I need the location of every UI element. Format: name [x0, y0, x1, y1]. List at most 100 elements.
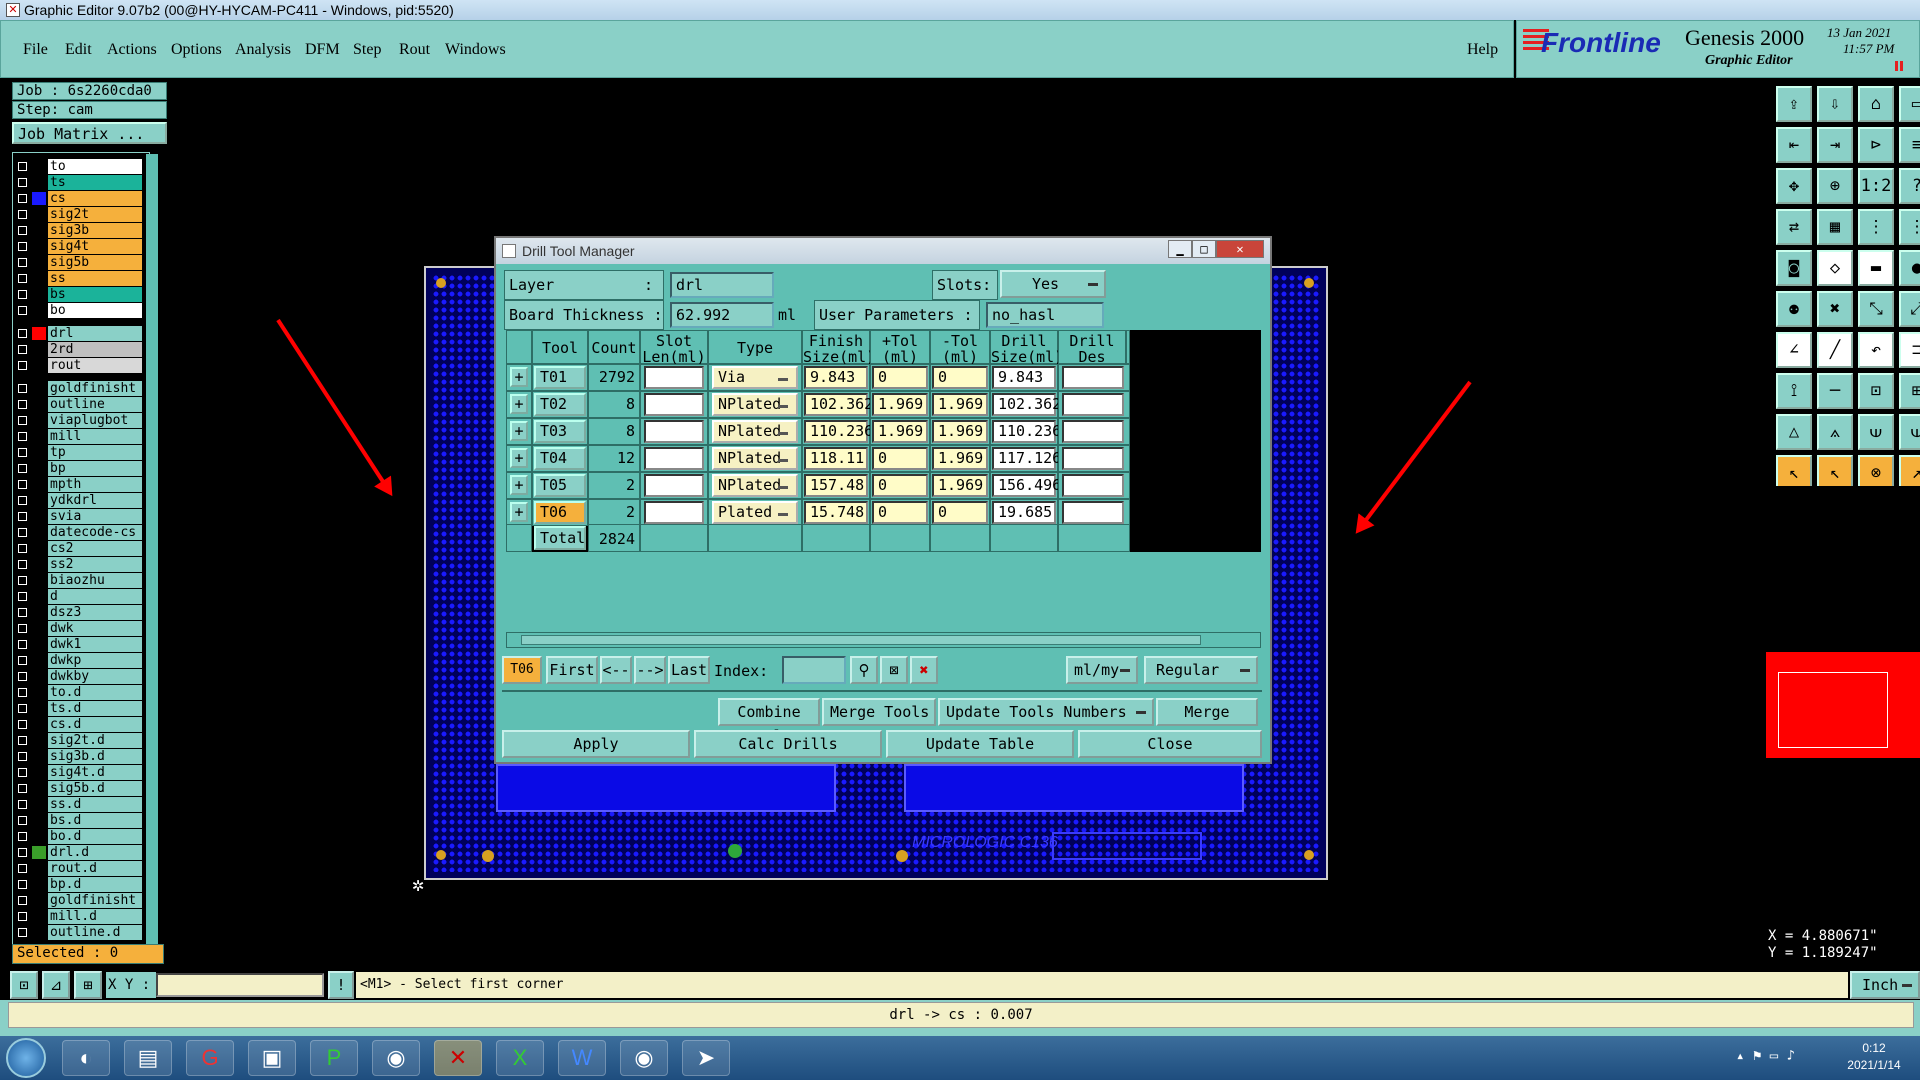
- layer-name[interactable]: sig3b: [48, 223, 142, 238]
- overview-viewport[interactable]: [1778, 672, 1888, 748]
- layer-row[interactable]: sig4t: [14, 239, 142, 254]
- layer-name[interactable]: svia: [48, 509, 142, 524]
- layer-row[interactable]: outline: [14, 397, 142, 412]
- plus-tol-input[interactable]: 0: [872, 501, 928, 524]
- layer-checkbox[interactable]: [18, 448, 27, 457]
- layer-row[interactable]: rout: [14, 358, 142, 373]
- layer-name[interactable]: ss.d: [48, 797, 142, 812]
- xy-input[interactable]: [156, 973, 324, 997]
- layer-row[interactable]: 2rd: [14, 342, 142, 357]
- merge-button[interactable]: Merge: [1156, 698, 1258, 726]
- layer-row[interactable]: ts.d: [14, 701, 142, 716]
- home-icon[interactable]: ⌂: [1858, 86, 1894, 122]
- overview-window[interactable]: [1766, 652, 1920, 758]
- slot-len-input[interactable]: [644, 366, 704, 389]
- drill-size-input[interactable]: 117.126: [992, 447, 1061, 470]
- layer-checkbox[interactable]: [18, 162, 27, 171]
- menu-actions[interactable]: Actions: [107, 41, 157, 59]
- menu-file[interactable]: File: [23, 41, 48, 59]
- row-expand-icon[interactable]: +: [510, 502, 528, 522]
- row-expand-icon[interactable]: +: [510, 475, 528, 495]
- apply-button[interactable]: Apply: [502, 730, 690, 758]
- next-button[interactable]: -->: [634, 656, 666, 684]
- layer-checkbox[interactable]: [18, 544, 27, 553]
- layer-row[interactable]: datecode-cs: [14, 525, 142, 540]
- plus-tol-input[interactable]: 0: [872, 474, 928, 497]
- layer-row[interactable]: mill: [14, 429, 142, 444]
- layer-row[interactable]: sig3b: [14, 223, 142, 238]
- update-table-button[interactable]: Update Table: [886, 730, 1074, 758]
- layer-row[interactable]: tp: [14, 445, 142, 460]
- tool-button[interactable]: T02: [534, 393, 586, 416]
- layer-checkbox[interactable]: [18, 688, 27, 697]
- layer-name[interactable]: tp: [48, 445, 142, 460]
- layer-name[interactable]: ss2: [48, 557, 142, 572]
- layer-checkbox[interactable]: [18, 496, 27, 505]
- g-app-icon[interactable]: G: [186, 1040, 234, 1076]
- layer-row[interactable]: sig2t.d: [14, 733, 142, 748]
- layer-name[interactable]: outline: [48, 397, 142, 412]
- layer-name[interactable]: datecode-cs: [48, 525, 142, 540]
- layer-name[interactable]: biaozhu: [48, 573, 142, 588]
- layer-row[interactable]: sig4t.d: [14, 765, 142, 780]
- align-right-icon[interactable]: ⇥: [1817, 127, 1853, 163]
- center-icon[interactable]: ⊕: [1817, 168, 1853, 204]
- row-expand-icon[interactable]: +: [510, 367, 528, 387]
- help-icon[interactable]: ?: [1899, 168, 1920, 204]
- hline-icon[interactable]: ─: [1817, 373, 1853, 409]
- layer-row[interactable]: biaozhu: [14, 573, 142, 588]
- layer-checkbox[interactable]: [18, 704, 27, 713]
- triangle-fill-icon[interactable]: ⟒: [1858, 414, 1894, 450]
- line-icon[interactable]: ▬: [1858, 250, 1894, 286]
- tray-icons[interactable]: ▴ ⚑ ▭ ♪: [1736, 1048, 1795, 1064]
- measure-icon[interactable]: ⊿: [42, 971, 70, 999]
- plus-tol-input[interactable]: 1.969: [872, 420, 928, 443]
- notepad-icon[interactable]: ▤: [124, 1040, 172, 1076]
- layer-checkbox[interactable]: [18, 672, 27, 681]
- layer-checkbox[interactable]: [18, 560, 27, 569]
- layer-name[interactable]: bp.d: [48, 877, 142, 892]
- menu-help[interactable]: Help: [1467, 41, 1498, 59]
- layer-checkbox[interactable]: [18, 480, 27, 489]
- layer-checkbox[interactable]: [18, 784, 27, 793]
- layer-row[interactable]: bs: [14, 287, 142, 302]
- layer-row[interactable]: drl.d: [14, 845, 142, 860]
- layer-row[interactable]: viaplugbot: [14, 413, 142, 428]
- delete-tool-icon[interactable]: ✖: [910, 656, 938, 684]
- menu-analysis[interactable]: Analysis: [235, 41, 291, 59]
- stack-icon[interactable]: ≡: [1899, 127, 1920, 163]
- layer-row[interactable]: d: [14, 589, 142, 604]
- tool-button[interactable]: T06: [534, 501, 586, 524]
- minus-tol-input[interactable]: 1.969: [932, 447, 988, 470]
- layer-row[interactable]: bo.d: [14, 829, 142, 844]
- layer-row[interactable]: ts: [14, 175, 142, 190]
- layer-name[interactable]: bs.d: [48, 813, 142, 828]
- hscroll-thumb[interactable]: [521, 635, 1201, 645]
- menu-rout[interactable]: Rout: [399, 41, 430, 59]
- plus-tol-input[interactable]: 0: [872, 366, 928, 389]
- layers-icon[interactable]: ⋮: [1858, 209, 1894, 245]
- row-expand-icon[interactable]: +: [510, 448, 528, 468]
- drill-size-input[interactable]: 102.362: [992, 393, 1061, 416]
- layer-row[interactable]: dwk: [14, 621, 142, 636]
- drill-des-input[interactable]: [1062, 420, 1124, 443]
- layer-checkbox[interactable]: [18, 928, 27, 937]
- minus-tol-input[interactable]: 1.969: [932, 420, 988, 443]
- triangle-alt-icon[interactable]: ⟑: [1817, 414, 1853, 450]
- layer-checkbox[interactable]: [18, 880, 27, 889]
- layer-checkbox[interactable]: [18, 290, 27, 299]
- user-parameters-field[interactable]: no_hasl: [986, 302, 1104, 328]
- units-select[interactable]: Inch: [1850, 971, 1920, 999]
- bracket-icon[interactable]: ⊐: [1899, 332, 1920, 368]
- layer-row[interactable]: bp: [14, 461, 142, 476]
- layer-row[interactable]: dwk1: [14, 637, 142, 652]
- layer-name[interactable]: goldfinisht: [48, 893, 142, 908]
- measure-icon[interactable]: ⟟: [1776, 373, 1812, 409]
- layer-checkbox[interactable]: [18, 848, 27, 857]
- type-dropdown[interactable]: Plated: [712, 501, 798, 524]
- layer-name[interactable]: bo: [48, 303, 142, 318]
- finish-size-input[interactable]: 15.748: [804, 501, 868, 524]
- triangle-icon[interactable]: △: [1776, 414, 1812, 450]
- layer-name[interactable]: bp: [48, 461, 142, 476]
- layer-name[interactable]: dsz3: [48, 605, 142, 620]
